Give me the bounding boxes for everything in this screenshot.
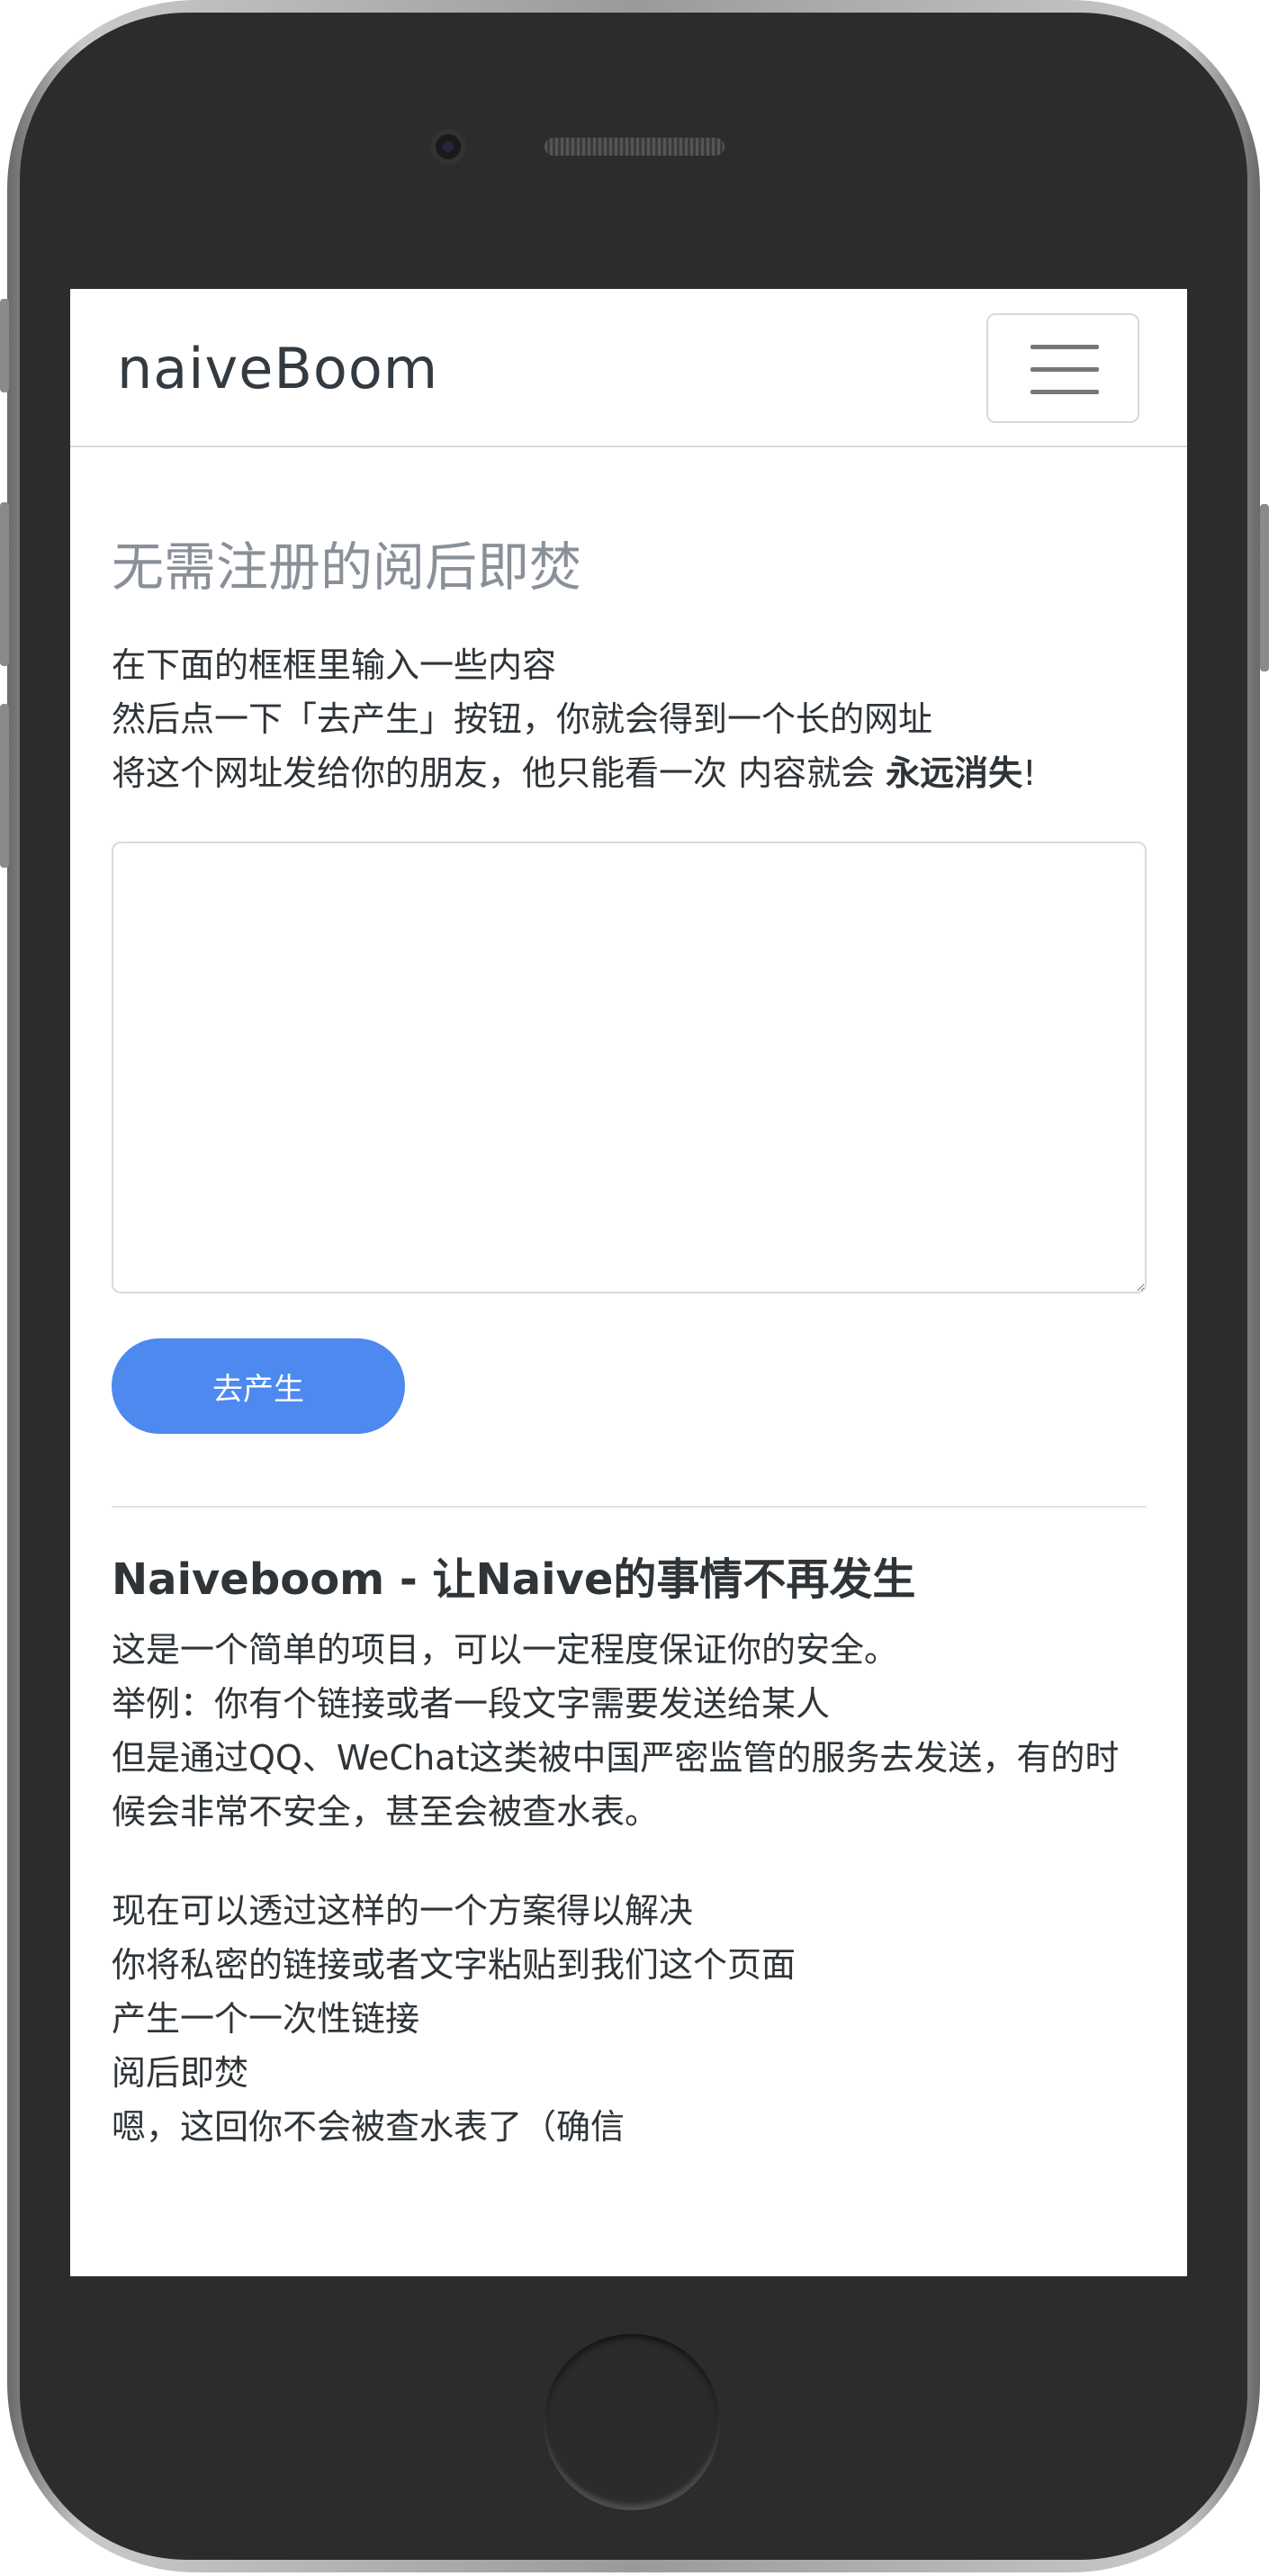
navbar: naiveBoom — [70, 289, 1187, 447]
intro-text: 在下面的框框里输入一些内容 然后点一下「去产生」按钮，你就会得到一个长的网址 将… — [112, 638, 1147, 800]
about-line: 但是通过QQ、WeChat这类被中国严密监管的服务去发送，有的时候会非常不安全，… — [112, 1738, 1120, 1832]
brand-logo[interactable]: naiveBoom — [117, 336, 438, 401]
about-line: 你将私密的链接或者文字粘贴到我们这个页面 — [112, 1945, 796, 1985]
screen: naiveBoom 无需注册的阅后即焚 在下面的框框里输入一些内容 然后点一下「… — [70, 289, 1187, 2276]
mute-switch — [0, 299, 9, 392]
about-line: 现在可以透过这样的一个方案得以解决 — [112, 1891, 694, 1931]
about-paragraph-1: 这是一个简单的项目，可以一定程度保证你的安全。 举例：你有个链接或者一段文字需要… — [112, 1623, 1147, 1839]
home-button[interactable] — [544, 2334, 720, 2510]
volume-up-button — [0, 502, 9, 666]
hamburger-menu-icon — [1030, 345, 1099, 349]
page-title: 无需注册的阅后即焚 — [112, 536, 582, 598]
intro-emphasis: 永远消失 — [886, 753, 1023, 793]
about-line: 阅后即焚 — [112, 2053, 249, 2093]
power-button — [1260, 504, 1269, 671]
hamburger-menu-icon — [1030, 367, 1099, 372]
front-camera — [430, 129, 466, 165]
intro-exclamation: ! — [1022, 753, 1037, 793]
intro-line: 在下面的框框里输入一些内容 — [112, 645, 557, 685]
about-line: 这是一个简单的项目，可以一定程度保证你的安全。 — [112, 1630, 899, 1670]
divider — [112, 1506, 1147, 1508]
intro-line: 将这个网址发给你的朋友，他只能看一次 内容就会 永远消失! — [112, 746, 1147, 800]
message-input[interactable] — [112, 842, 1147, 1293]
main-content: 无需注册的阅后即焚 在下面的框框里输入一些内容 然后点一下「去产生」按钮，你就会… — [112, 447, 1147, 2154]
volume-down-button — [0, 704, 9, 868]
intro-line: 然后点一下「去产生」按钮，你就会得到一个长的网址 — [112, 699, 933, 739]
about-paragraph-2: 现在可以透过这样的一个方案得以解决 你将私密的链接或者文字粘贴到我们这个页面 产… — [112, 1884, 1147, 2154]
generate-button[interactable]: 去产生 — [112, 1338, 405, 1434]
about-line: 举例：你有个链接或者一段文字需要发送给某人 — [112, 1684, 831, 1724]
about-line: 嗯，这回你不会被查水表了（确信 — [112, 2107, 626, 2147]
about-title: Naiveboom - 让Naive的事情不再发生 — [112, 1554, 916, 1605]
navbar-toggle-button[interactable] — [986, 313, 1139, 423]
intro-line-text: 将这个网址发给你的朋友，他只能看一次 内容就会 — [112, 753, 886, 793]
earpiece-speaker — [544, 138, 724, 156]
about-line: 产生一个一次性链接 — [112, 1999, 420, 2039]
hamburger-menu-icon — [1030, 390, 1099, 394]
